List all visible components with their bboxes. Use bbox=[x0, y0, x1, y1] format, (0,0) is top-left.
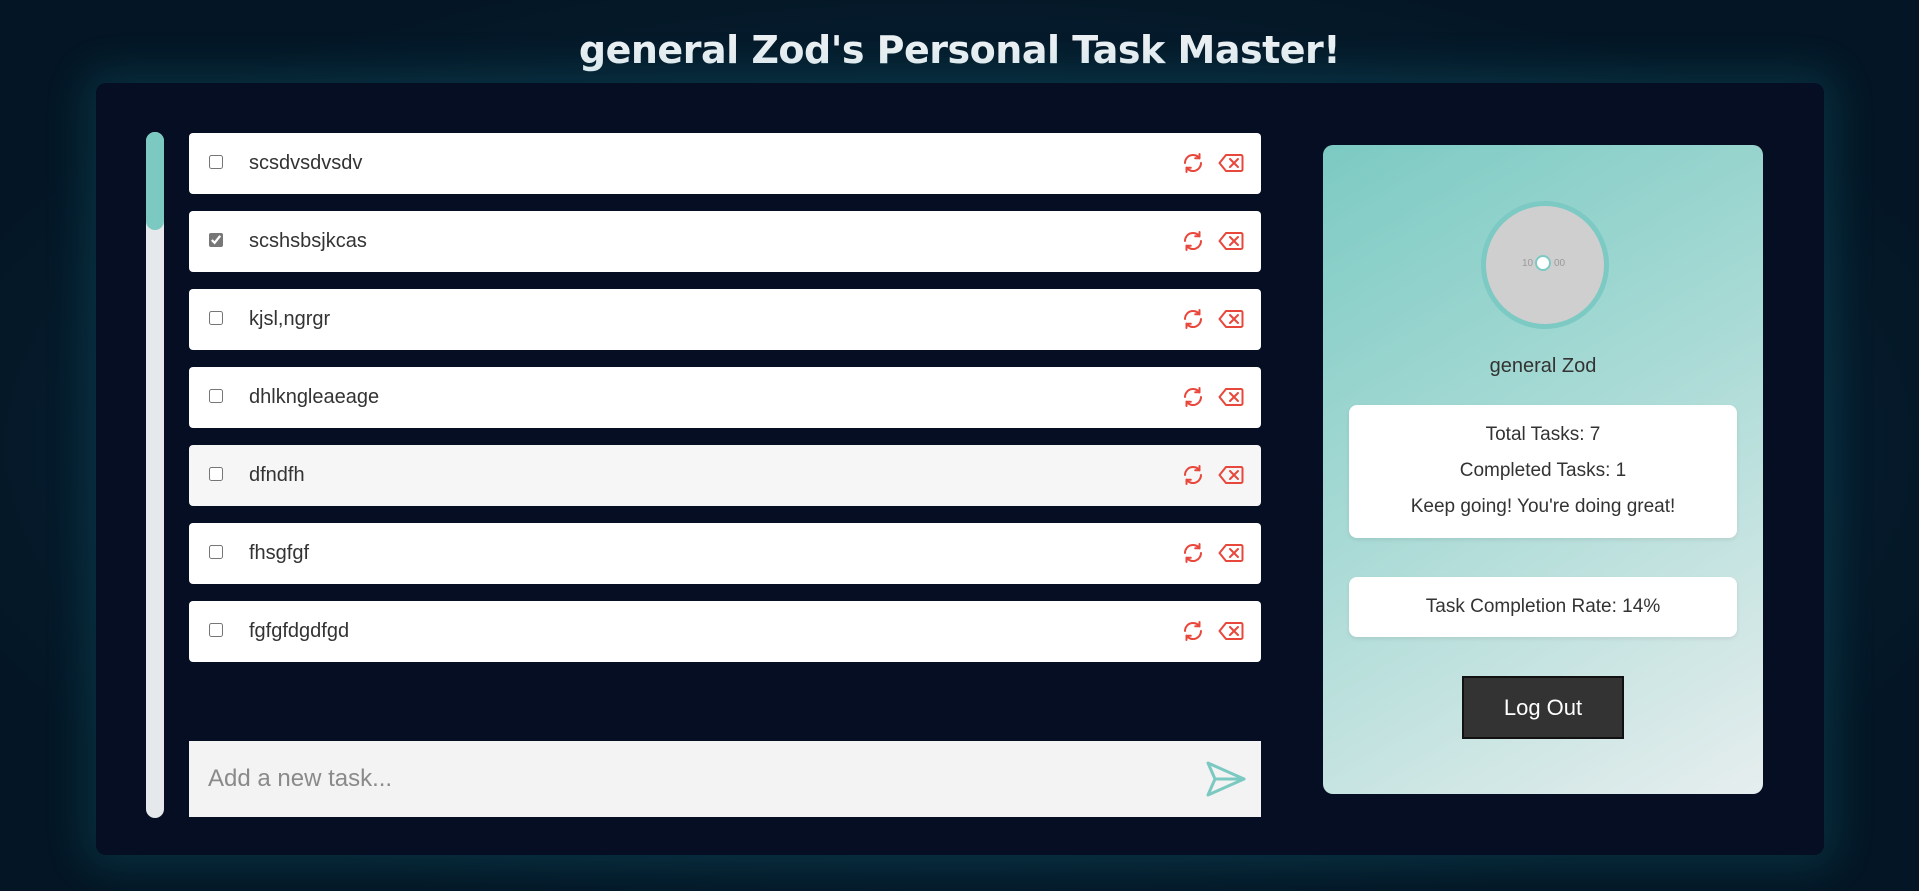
task-checkbox[interactable] bbox=[209, 311, 223, 325]
task-checkbox[interactable] bbox=[209, 389, 223, 403]
task-text[interactable]: dfndfh bbox=[249, 445, 305, 506]
task-text[interactable]: fgfgfdgdfgd bbox=[249, 601, 349, 662]
refresh-icon[interactable] bbox=[1179, 462, 1207, 488]
refresh-icon[interactable] bbox=[1179, 384, 1207, 410]
completion-rate: Task Completion Rate: 14% bbox=[1349, 577, 1737, 637]
refresh-icon[interactable] bbox=[1179, 228, 1207, 254]
refresh-icon[interactable] bbox=[1179, 540, 1207, 566]
task-checkbox[interactable] bbox=[209, 545, 223, 559]
refresh-icon[interactable] bbox=[1179, 618, 1207, 644]
stats-box: Total Tasks: 7 Completed Tasks: 1 Keep g… bbox=[1349, 405, 1737, 538]
task-text[interactable]: kjsl,ngrgr bbox=[249, 289, 330, 350]
main-panel: scsdvsdvsdv scshsbsjkcas kjsl,ngrgr dhlk… bbox=[96, 83, 1824, 855]
add-task-form bbox=[189, 741, 1261, 817]
avatar: 10 00 bbox=[1481, 201, 1609, 329]
username: general Zod bbox=[1489, 355, 1597, 377]
completed-tasks: Completed Tasks: 1 bbox=[1459, 460, 1627, 481]
task-item: scshsbsjkcas bbox=[189, 211, 1261, 272]
avatar-knob bbox=[1535, 255, 1551, 271]
avatar-right-label: 00 bbox=[1554, 258, 1566, 269]
refresh-icon[interactable] bbox=[1179, 150, 1207, 176]
task-checkbox[interactable] bbox=[209, 233, 223, 247]
task-text[interactable]: dhlkngleaeage bbox=[249, 367, 379, 428]
task-checkbox[interactable] bbox=[209, 623, 223, 637]
task-checkbox[interactable] bbox=[209, 155, 223, 169]
backspace-x-icon[interactable] bbox=[1217, 462, 1245, 488]
backspace-x-icon[interactable] bbox=[1217, 618, 1245, 644]
logout-button[interactable]: Log Out bbox=[1462, 676, 1624, 739]
backspace-x-icon[interactable] bbox=[1217, 384, 1245, 410]
send-arrow-icon[interactable] bbox=[1205, 759, 1247, 799]
task-item: dfndfh bbox=[189, 445, 1261, 506]
task-item: scsdvsdvsdv bbox=[189, 133, 1261, 194]
profile-card: 10 00 general Zod Total Tasks: 7 Complet… bbox=[1323, 145, 1763, 794]
task-item: kjsl,ngrgr bbox=[189, 289, 1261, 350]
task-item: dhlkngleaeage bbox=[189, 367, 1261, 428]
add-task-input[interactable] bbox=[189, 741, 1149, 817]
total-tasks: Total Tasks: 7 bbox=[1485, 424, 1601, 445]
motivation-message: Keep going! You're doing great! bbox=[1410, 496, 1676, 517]
task-item: fhsgfgf bbox=[189, 523, 1261, 584]
backspace-x-icon[interactable] bbox=[1217, 228, 1245, 254]
backspace-x-icon[interactable] bbox=[1217, 150, 1245, 176]
task-list-scrollbar[interactable] bbox=[146, 132, 164, 818]
task-text[interactable]: scshsbsjkcas bbox=[249, 211, 367, 272]
scrollbar-thumb[interactable] bbox=[146, 132, 164, 230]
task-text[interactable]: scsdvsdvsdv bbox=[249, 133, 362, 194]
page-title: general Zod's Personal Task Master! bbox=[578, 28, 1341, 72]
task-text[interactable]: fhsgfgf bbox=[249, 523, 309, 584]
backspace-x-icon[interactable] bbox=[1217, 540, 1245, 566]
task-checkbox[interactable] bbox=[209, 467, 223, 481]
task-item: fgfgfdgdfgd bbox=[189, 601, 1261, 662]
avatar-left-label: 10 bbox=[1522, 258, 1534, 269]
refresh-icon[interactable] bbox=[1179, 306, 1207, 332]
backspace-x-icon[interactable] bbox=[1217, 306, 1245, 332]
